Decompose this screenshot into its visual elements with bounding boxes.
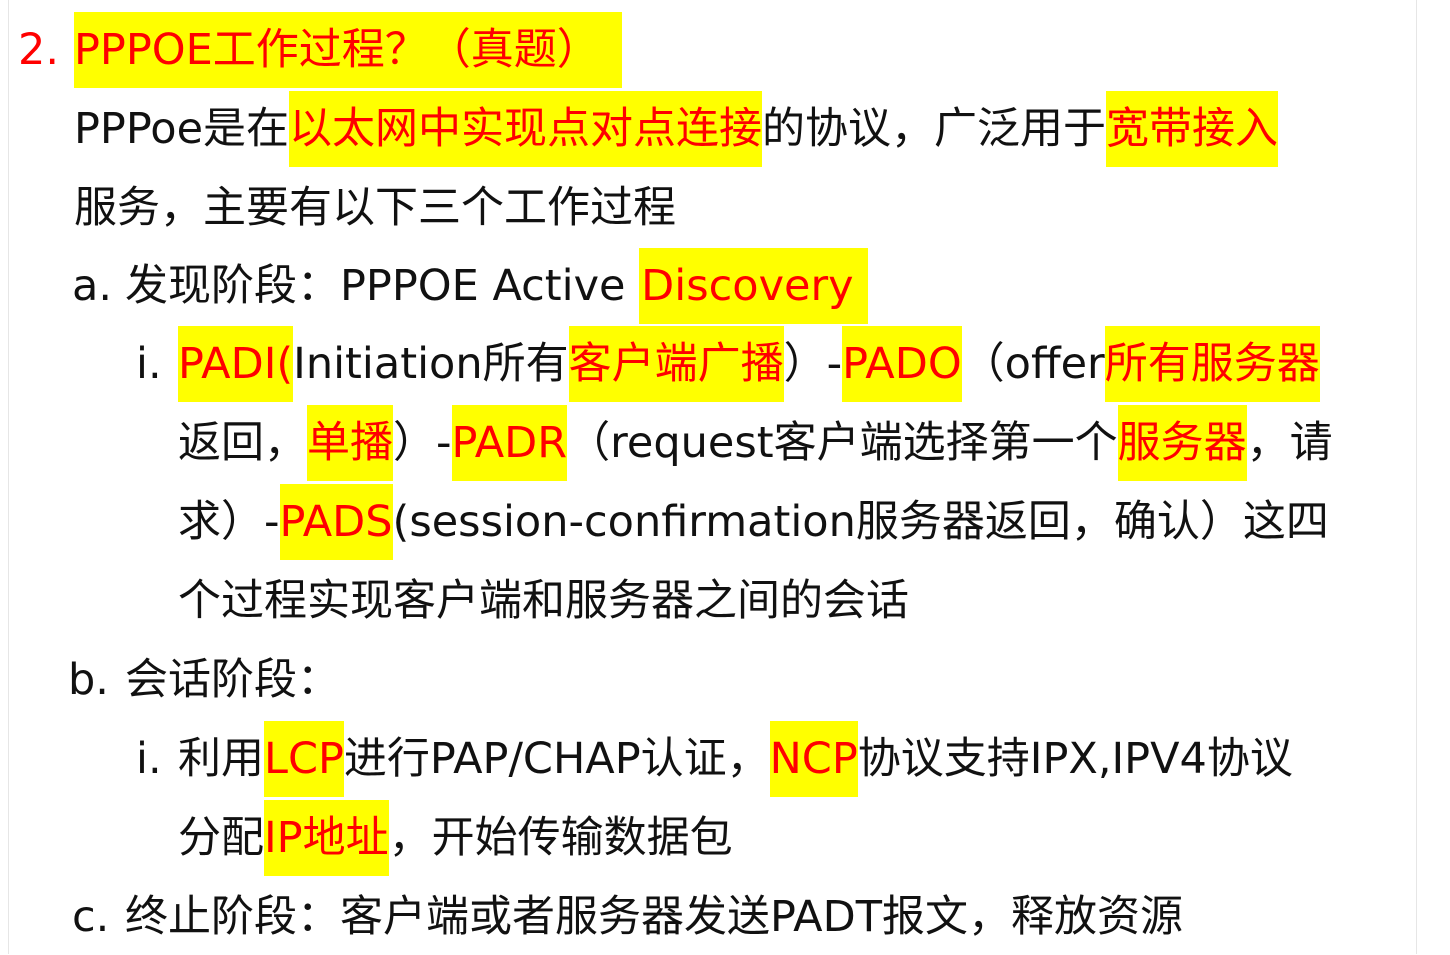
heading-title: PPPOE工作过程？（真题） bbox=[74, 12, 622, 88]
intro-line-2: 服务，主要有以下三个工作过程 bbox=[74, 183, 676, 233]
page-right-border bbox=[1416, 0, 1417, 954]
highlight-server: 服务器 bbox=[1117, 405, 1247, 481]
item-text: （offer bbox=[961, 339, 1105, 389]
item-text: 利用 bbox=[178, 734, 264, 784]
section-a-item-marker: i. bbox=[136, 339, 162, 389]
highlight-ethernet-p2p: 以太网中实现点对点连接 bbox=[289, 91, 763, 167]
section-a-item-line-1: PADI(Initiation所有客户端广播）-PADO（offer所有服务器 bbox=[178, 326, 1320, 402]
highlight-all-servers: 所有服务器 bbox=[1104, 326, 1320, 402]
heading-title-text: PPPOE工作过程？（真题） bbox=[74, 12, 622, 88]
intro-text: 的协议，广泛用于 bbox=[762, 104, 1107, 154]
section-a-text: 发现阶段：PPPOE Active bbox=[125, 261, 640, 311]
item-text: 返回， bbox=[178, 418, 307, 468]
highlight-padi: PADI( bbox=[178, 326, 294, 402]
highlight-pado: PADO bbox=[842, 326, 962, 402]
item-text: 求）- bbox=[178, 497, 280, 547]
item-text: ，请 bbox=[1246, 418, 1333, 468]
item-text: 协议支持IPX,IPV4协议 bbox=[857, 734, 1293, 784]
section-b-marker: b. bbox=[68, 655, 109, 705]
section-a-title: 发现阶段：PPPOE Active Discovery bbox=[125, 248, 868, 324]
highlight-lcp: LCP bbox=[264, 721, 344, 797]
highlight-unicast: 单播 bbox=[307, 405, 393, 481]
section-a-marker: a. bbox=[72, 261, 113, 311]
section-b-item-line-2: 分配IP地址，开始传输数据包 bbox=[178, 800, 733, 876]
item-text: ）- bbox=[393, 418, 452, 468]
highlight-client-broadcast: 客户端广播 bbox=[568, 326, 784, 402]
item-text: ）- bbox=[783, 339, 843, 389]
section-b-item-marker: i. bbox=[136, 734, 162, 784]
intro-line-1: PPPoe是在以太网中实现点对点连接的协议，广泛用于宽带接入 bbox=[74, 91, 1279, 167]
section-b-item-line-1: 利用LCP进行PAP/CHAP认证，NCP协议支持IPX,IPV4协议 bbox=[178, 721, 1293, 797]
section-c-marker: c. bbox=[72, 892, 110, 942]
section-a-item-line-4: 个过程实现客户端和服务器之间的会话 bbox=[178, 576, 909, 626]
item-text: （request客户端选择第一个 bbox=[567, 418, 1118, 468]
page-left-border bbox=[8, 0, 9, 954]
item-text: (session-confirmation服务器返回，确认）这四 bbox=[392, 497, 1329, 547]
highlight-broadband: 宽带接入 bbox=[1106, 91, 1279, 167]
heading-number: 2. bbox=[18, 25, 60, 75]
item-text: Initiation所有 bbox=[293, 339, 569, 389]
section-a-item-line-3: 求）-PADS(session-confirmation服务器返回，确认）这四 bbox=[178, 484, 1329, 560]
highlight-padr: PADR bbox=[451, 405, 568, 481]
highlight-discovery: Discovery bbox=[639, 248, 868, 324]
highlight-ip-address: IP地址 bbox=[264, 800, 389, 876]
section-c-title: 终止阶段：客户端或者服务器发送PADT报文，释放资源 bbox=[125, 892, 1183, 942]
document-page: 2. PPPOE工作过程？（真题） PPPoe是在以太网中实现点对点连接的协议，… bbox=[0, 0, 1450, 954]
highlight-ncp: NCP bbox=[769, 721, 858, 797]
item-text: 进行PAP/CHAP认证， bbox=[343, 734, 770, 784]
section-a-item-line-2: 返回，单播）-PADR（request客户端选择第一个服务器，请 bbox=[178, 405, 1333, 481]
section-b-title: 会话阶段： bbox=[125, 655, 340, 705]
item-text: 分配 bbox=[178, 813, 264, 863]
item-text: ，开始传输数据包 bbox=[388, 813, 733, 863]
intro-text: PPPoe是在 bbox=[74, 104, 290, 154]
highlight-pads: PADS bbox=[279, 484, 393, 560]
